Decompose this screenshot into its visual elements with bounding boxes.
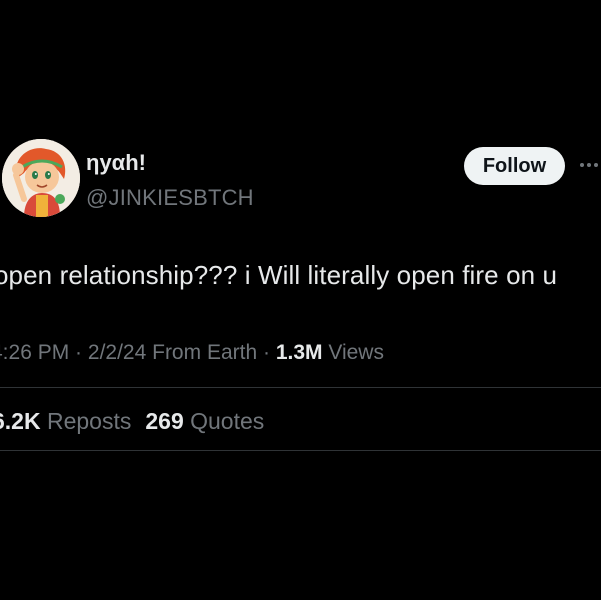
tweet-time[interactable]: 4:26 PM bbox=[0, 341, 69, 364]
divider bbox=[0, 450, 601, 451]
dot bbox=[580, 163, 584, 167]
avatar[interactable] bbox=[2, 139, 80, 217]
reposts-count: 6.2K bbox=[0, 408, 41, 434]
more-horizontal-icon[interactable] bbox=[580, 155, 598, 175]
separator: · bbox=[257, 341, 276, 364]
tweet-text: open relationship??? i Will literally op… bbox=[0, 260, 558, 290]
reposts-link[interactable]: 6.2K Reposts bbox=[0, 408, 131, 434]
user-handle[interactable]: @JINKIESBTCH bbox=[86, 185, 254, 211]
tweet-stats: 6.2K Reposts 269 Quotes bbox=[0, 408, 264, 435]
views-label: Views bbox=[322, 341, 384, 364]
dot bbox=[594, 163, 598, 167]
dot bbox=[587, 163, 591, 167]
reposts-label: Reposts bbox=[40, 408, 132, 434]
quotes-count: 269 bbox=[145, 408, 184, 434]
tweet-location: From Earth bbox=[146, 341, 258, 364]
quotes-link[interactable]: 269 Quotes bbox=[145, 408, 264, 434]
avatar-cartoon-icon bbox=[2, 139, 80, 217]
separator: · bbox=[69, 341, 88, 364]
quotes-label: Quotes bbox=[183, 408, 265, 434]
divider bbox=[0, 387, 601, 388]
tweet-meta: 4:26 PM · 2/2/24 From Earth · 1.3M Views bbox=[0, 341, 384, 365]
follow-button[interactable]: Follow bbox=[464, 147, 565, 185]
views-count: 1.3M bbox=[275, 341, 323, 364]
tweet-date[interactable]: 2/2/24 bbox=[88, 341, 146, 364]
display-name[interactable]: ηyαh! bbox=[86, 150, 146, 176]
